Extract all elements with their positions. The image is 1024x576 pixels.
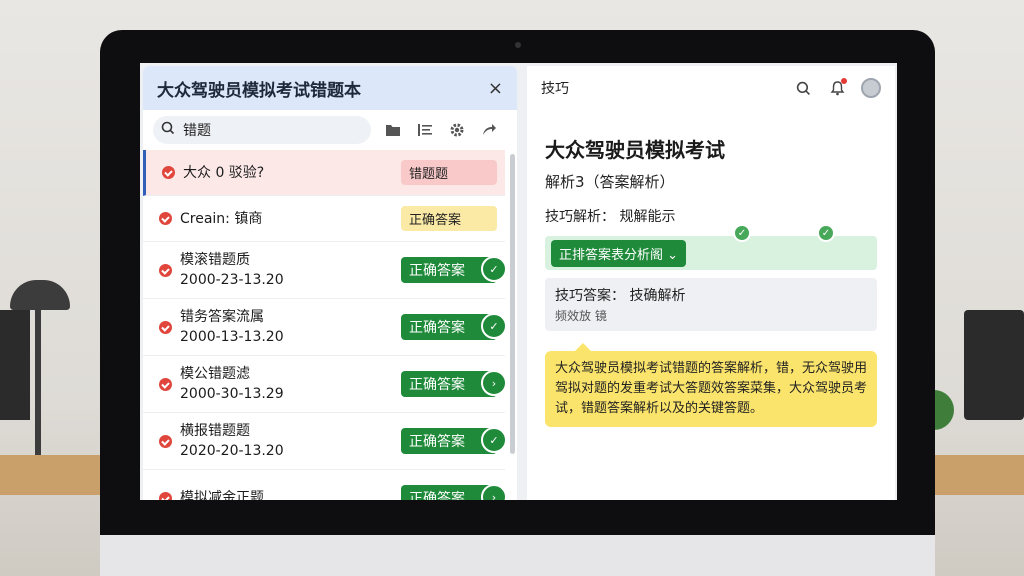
answer-bar: 正排答案表分析阁 ⌄ ✓ ✓: [545, 224, 877, 270]
status-dot-icon: [159, 377, 172, 391]
check-badge-icon: ✓: [817, 224, 835, 242]
mistake-book-panel: 大众驾驶员模拟考试错题本 × 错题 大众 0 驳验? 错题题 Creain: 镇…: [143, 66, 517, 500]
item-date: 2000-30-13.29: [180, 386, 284, 402]
chevron-right-icon: ›: [481, 484, 507, 500]
close-button[interactable]: ×: [488, 78, 503, 99]
answer-box-line-2: 频效放 镜: [555, 309, 607, 323]
camera: [515, 42, 521, 48]
right-panel-title: 技巧: [541, 81, 569, 97]
background-monitor-right: [964, 310, 1024, 420]
check-icon: ✓: [481, 256, 507, 282]
status-badge: 正确答案: [401, 206, 497, 231]
status-dot-icon: [159, 491, 172, 500]
avatar[interactable]: [861, 78, 881, 98]
item-title: 模滚错题质: [180, 252, 250, 268]
correct-answer-button[interactable]: 正确答案 ✓: [401, 313, 507, 340]
correct-answer-button[interactable]: 正确答案 ›: [401, 484, 507, 500]
item-title: 横报错题题: [180, 423, 250, 439]
subtitle: 解析3（答案解析）: [545, 173, 675, 191]
list-item[interactable]: 模公错题滤 2000-30-13.29 正确答案 ›: [143, 356, 507, 413]
pill-label: 正确答案: [409, 377, 465, 393]
item-date: 2020-20-13.20: [180, 443, 284, 459]
background-monitor-left: [0, 310, 30, 420]
chevron-right-icon: ›: [481, 370, 507, 396]
left-panel-title: 大众驾驶员模拟考试错题本: [157, 80, 361, 101]
explanation-callout: 大众驾驶员模拟考试错题的答案解析，错，无众驾驶用驾拟对题的发重考试大答题效答案菜…: [545, 343, 877, 427]
check-icon: ✓: [481, 313, 507, 339]
left-panel-header: 大众驾驶员模拟考试错题本 ×: [143, 66, 517, 110]
pill-label: 正确答案: [409, 491, 465, 500]
left-toolbar: 错题: [143, 110, 517, 150]
pill-label: 正确答案: [409, 320, 465, 336]
scrollbar[interactable]: [510, 154, 515, 454]
answer-select[interactable]: 正排答案表分析阁 ⌄: [551, 239, 687, 267]
list-icon[interactable]: [415, 120, 435, 140]
status-dot-icon: [162, 166, 175, 179]
status-dot-icon: [159, 263, 172, 277]
item-date: 2000-13-13.20: [180, 329, 284, 345]
desk-lamp-pole: [35, 305, 41, 455]
pill-label: 正确答案: [409, 263, 465, 279]
status-badge: 错题题: [401, 160, 497, 185]
correct-answer-button[interactable]: 正确答案 ›: [401, 370, 507, 397]
pill-label: 正确答案: [409, 434, 465, 450]
search-icon[interactable]: [793, 78, 813, 98]
status-dot-icon: [159, 320, 172, 334]
status-dot-icon: [159, 212, 172, 225]
chevron-down-icon: ⌄: [667, 247, 679, 263]
search-icon: [161, 121, 175, 139]
answer-box-line-1: 技巧答案： 技确解析: [555, 288, 686, 304]
list-item[interactable]: Creain: 镇商 正确答案: [143, 196, 505, 242]
notification-dot: [841, 78, 847, 84]
check-badge-icon: ✓: [733, 224, 751, 242]
check-icon: ✓: [481, 427, 507, 453]
mistake-list: 大众 0 驳验? 错题题 Creain: 镇商 正确答案 模滚错题质 2000-…: [143, 150, 507, 500]
right-panel-header: 技巧: [527, 66, 895, 110]
answer-box: 技巧答案： 技确解析 频效放 镜: [545, 278, 877, 331]
list-item[interactable]: 大众 0 驳验? 错题题: [143, 150, 505, 196]
item-title: 错务答案流属: [180, 309, 264, 325]
list-item[interactable]: 横报错题题 2020-20-13.20 正确答案 ✓: [143, 413, 507, 470]
item-title: 模公错题滤: [180, 366, 250, 382]
search-input[interactable]: 错题: [153, 116, 371, 144]
list-item[interactable]: 模滚错题质 2000-23-13.20 正确答案 ✓: [143, 242, 507, 299]
item-title: Creain: 镇商: [180, 210, 263, 227]
share-icon[interactable]: [479, 120, 499, 140]
tip-label: 技巧解析： 规解能示: [545, 209, 676, 225]
item-date: 2000-23-13.20: [180, 272, 284, 288]
item-title: 模拟减金正题: [180, 490, 264, 500]
gear-icon[interactable]: [447, 120, 467, 140]
page-title: 大众驾驶员模拟考试: [545, 138, 725, 162]
bell-icon[interactable]: [827, 78, 847, 98]
search-value: 错题: [183, 123, 211, 139]
list-item[interactable]: 模拟减金正题 正确答案 ›: [143, 470, 507, 500]
folder-icon[interactable]: [383, 120, 403, 140]
status-dot-icon: [159, 434, 172, 448]
item-title: 大众 0 驳验?: [183, 164, 265, 181]
correct-answer-button[interactable]: 正确答案 ✓: [401, 256, 507, 283]
correct-answer-button[interactable]: 正确答案 ✓: [401, 427, 507, 454]
list-item[interactable]: 错务答案流属 2000-13-13.20 正确答案 ✓: [143, 299, 507, 356]
monitor-chin: [100, 535, 935, 576]
tips-panel: 技巧 大众驾驶员模拟考试 解析3（答案解析） 技巧解析： 规解能示 正排答案表分…: [527, 66, 895, 500]
screen: 大众驾驶员模拟考试错题本 × 错题 大众 0 驳验? 错题题 Creain: 镇…: [140, 63, 897, 500]
answer-select-label: 正排答案表分析阁: [559, 247, 664, 263]
